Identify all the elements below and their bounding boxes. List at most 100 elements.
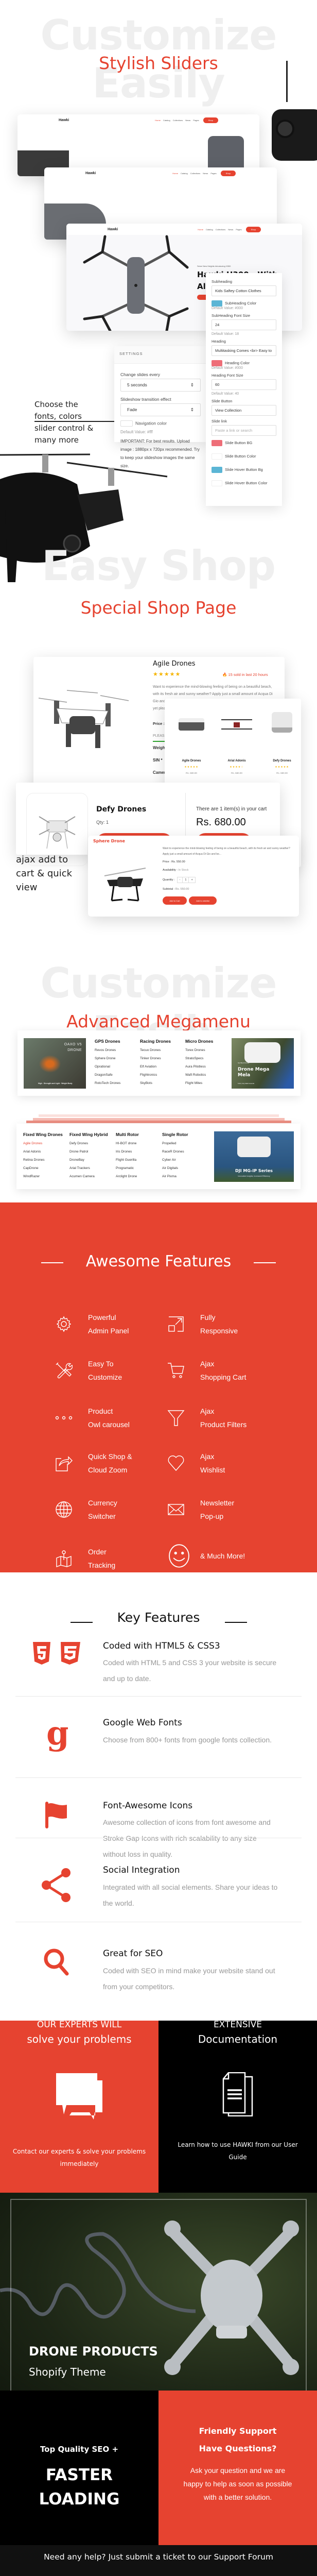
add-to-cart-button[interactable]: Add to Cart [163,896,187,905]
menu-link[interactable]: RaceR Drones [162,1150,188,1154]
grid-product-card[interactable]: Arial Adonis ★★★★☆ Rs. 680.00 [216,709,257,774]
nav-pages[interactable]: Pages [236,228,241,231]
slide-hover-color-swatch[interactable] [212,480,222,486]
feature-item: Newsletter Pop-up [167,1496,234,1523]
menu-link[interactable]: Oprational [95,1065,120,1069]
menu-link[interactable]: Drone Patrol [69,1150,108,1154]
slide-button-color-swatch[interactable] [212,453,222,460]
nav-news[interactable]: News [185,119,190,122]
promo-banner-mega-mela[interactable]: Get Best Drones Drone Mega Mela 5.00 | C… [232,1038,294,1089]
nav-home[interactable]: Home [155,119,161,122]
menu-link[interactable]: Flight Mites [185,1081,213,1085]
transition-select[interactable]: Fade ⇕ [120,403,201,416]
feature-line2: Switcher [88,1512,116,1520]
heading-color-swatch[interactable] [212,360,222,366]
slide-hover-bg-swatch[interactable] [212,467,222,473]
add-to-wishlist-button[interactable]: Add to wishlist [189,896,217,905]
menu-link[interactable]: Defy Drones [69,1142,108,1145]
nav-home[interactable]: Home [198,228,203,231]
nav-news[interactable]: News [203,172,208,175]
menu-link[interactable]: Iris Drones [116,1150,139,1154]
nav-collections[interactable]: Collections [173,119,183,122]
menu-link[interactable]: Revos Drones [95,1048,120,1052]
feature-line1: Newsletter [200,1499,235,1507]
nav-home[interactable]: Home [172,172,178,175]
nav-shop-button[interactable]: Shop [203,117,218,123]
select-arrows-icon: ⇕ [190,382,194,387]
navigation-color-swatch[interactable] [120,420,133,427]
seo-small-text: Top Quality SEO + [40,2445,119,2454]
menu-link[interactable]: Aura Pilotless [185,1065,213,1069]
heart-icon [168,1455,184,1471]
menu-link[interactable]: Programatic [116,1166,139,1170]
menu-link[interactable]: Torex Drones [185,1048,213,1052]
menu-link[interactable]: StratoSpecs [185,1057,213,1060]
nav-pages[interactable]: Pages [193,119,199,122]
promo-banner-oaxo[interactable]: OAXO V5 DRONE High · Strength and Light … [24,1038,86,1089]
menu-link[interactable]: Arial Adonis [23,1150,63,1154]
menu-link[interactable]: Retina Drones [23,1158,63,1162]
banner-title: DRONE PRODUCTS [29,2344,158,2359]
menu-link-active[interactable]: Agile Drones [23,1142,63,1145]
globe-icon [56,1501,72,1518]
menu-link[interactable]: WindRazer [23,1175,63,1178]
menu-link[interactable]: Waft Robotics [185,1073,213,1077]
menu-link[interactable]: Acumen Camera [69,1175,108,1178]
subheading-input[interactable]: Kids Saftey Cotton Clothes [212,285,276,296]
menu-link[interactable]: Sphere Drone [95,1057,120,1060]
availability-label: Availability : [163,869,178,872]
feature-item: Ajax Shopping Cart [167,1357,246,1384]
menu-link[interactable]: RotoTech Drones [95,1081,120,1085]
grid-product-card[interactable]: Defy Drones ★★★★★ Rs. 680.00 [261,705,303,774]
menu-link[interactable]: Air Pixma [162,1175,188,1178]
menu-link[interactable]: Arial Trackers [69,1166,108,1170]
quantity-minus-button[interactable]: - [178,877,183,883]
quantity-plus-button[interactable]: + [188,877,195,883]
menu-link[interactable]: Cyber Air [162,1158,188,1162]
menu-link[interactable]: SkyBots [140,1081,171,1085]
megamenu-preview-2: Fixed Wing Drones Agile Drones Arial Adon… [16,1124,301,1189]
promo-banner-dji[interactable]: DJI MG-IP Series Innovative Insights, In… [214,1131,294,1182]
subheading-label: Subheading [212,279,233,284]
menu-link[interactable]: DroneBay [69,1158,108,1162]
nav-pages[interactable]: Pages [210,172,216,175]
promo-sub: 5.00 | City Mall Grounds [238,1082,255,1084]
feature-line2: Cloud Zoom [88,1466,128,1474]
subheading-color-swatch[interactable] [212,300,222,307]
heading-font-input[interactable]: 60 [212,379,276,390]
nav-shop-button[interactable]: Shop [220,170,236,176]
menu-link[interactable]: Tinker Drones [140,1057,171,1060]
menu-link[interactable]: Tecuo Drones [140,1048,171,1052]
quantity-stepper: - 1 + [177,877,196,883]
nav-catalog[interactable]: Catalog [163,119,170,122]
menu-link[interactable]: CapDrone [23,1166,63,1170]
remote-controller-image [272,109,317,161]
menu-link[interactable]: Arclight Drone [116,1175,139,1178]
menu-link[interactable]: Air Digitals [162,1166,188,1170]
change-slides-select[interactable]: 5 seconds ⇕ [120,379,201,392]
nav-catalog[interactable]: Catalog [206,228,213,231]
share-box-icon [56,1456,73,1471]
menu-link[interactable]: HI-BOT drone [116,1142,139,1145]
subheading-font-input[interactable]: 24 [212,319,276,330]
menu-link[interactable]: DragonSafe [95,1073,120,1077]
slide-button-bg-swatch[interactable] [212,440,222,446]
menu-link[interactable]: Flight Guerilla [116,1158,139,1162]
nav-collections[interactable]: Collections [190,172,201,175]
slide-link-input[interactable]: Paste a link or search [212,425,276,436]
menu-link[interactable]: Propelled [162,1142,188,1145]
nav-catalog[interactable]: Catalog [181,172,188,175]
nav-shop-button[interactable]: Shop [245,226,261,232]
menu-link[interactable]: Elf Aviation [140,1065,171,1069]
support-forum-footer[interactable]: Need any help? Just submit a ticket to o… [0,2545,317,2576]
menu-link[interactable]: Flightronics [140,1073,171,1077]
grid-product-card[interactable]: Agile Drones ★★★★★ Rs. 580.00 [171,709,212,774]
quantity-input[interactable]: 1 [183,877,188,883]
subheading-color-label: SubHeading Color [225,300,257,306]
nav-collections[interactable]: Collections [216,228,226,231]
heading-input[interactable]: Multitasking Comes <br> Easy to [212,345,276,356]
feature-item: Ajax Wishlist [167,1450,225,1477]
docs-title-line2: Documentation [198,2033,278,2045]
nav-news[interactable]: News [228,228,233,231]
slide-button-input[interactable]: View Collection [212,405,276,416]
